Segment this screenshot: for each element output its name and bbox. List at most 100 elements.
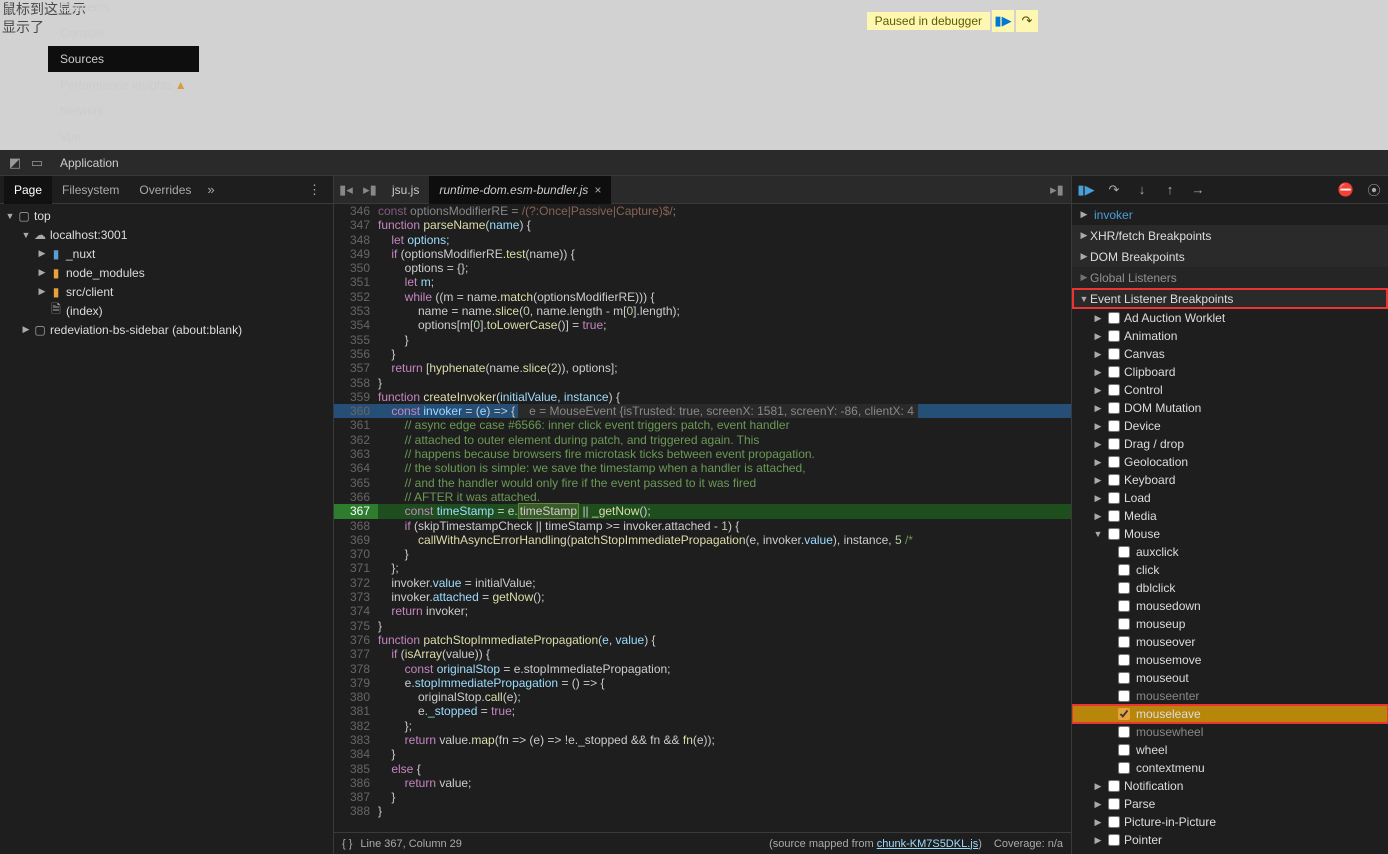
code-line[interactable]: 377 if (isArray(value)) { <box>334 647 1071 661</box>
line-number[interactable]: 357 <box>334 361 378 375</box>
line-number[interactable]: 348 <box>334 233 378 247</box>
line-number[interactable]: 380 <box>334 690 378 704</box>
code-line[interactable]: 373 invoker.attached = getNow(); <box>334 590 1071 604</box>
expand-icon[interactable]: ▶ <box>1092 475 1104 486</box>
tree-item[interactable]: ▶▮_nuxt <box>0 244 333 263</box>
event-category[interactable]: ▶Notification <box>1072 777 1388 795</box>
line-number[interactable]: 385 <box>334 762 378 776</box>
tab-performance-insights[interactable]: Performance insights▲ <box>48 72 199 98</box>
event-item[interactable]: mousemove <box>1072 651 1388 669</box>
event-checkbox[interactable] <box>1118 744 1130 756</box>
event-category[interactable]: ▶Drag / drop <box>1072 435 1388 453</box>
line-number[interactable]: 388 <box>334 804 378 818</box>
event-checkbox[interactable] <box>1118 600 1130 612</box>
line-number[interactable]: 381 <box>334 704 378 718</box>
code-line[interactable]: 368 if (skipTimestampCheck || timeStamp … <box>334 519 1071 533</box>
event-checkbox[interactable] <box>1118 618 1130 630</box>
event-checkbox[interactable] <box>1118 672 1130 684</box>
category-checkbox[interactable] <box>1108 366 1120 378</box>
tree-item[interactable]: ▶▮node_modules <box>0 263 333 282</box>
code-line[interactable]: 354 options[m[0].toLowerCase()] = true; <box>334 318 1071 332</box>
expand-icon[interactable]: ▶ <box>1092 835 1104 846</box>
expand-icon[interactable]: ▶ <box>36 267 48 278</box>
line-number[interactable]: 352 <box>334 290 378 304</box>
debugger-section[interactable]: ▼Event Listener Breakpoints <box>1072 288 1388 309</box>
line-number[interactable]: 360 <box>334 404 378 418</box>
code-line[interactable]: 367 const timeStamp = e.timeStamp || _ge… <box>334 504 1071 518</box>
inspect-icon[interactable]: ◩ <box>4 155 26 171</box>
event-item[interactable]: auxclick <box>1072 543 1388 561</box>
code-line[interactable]: 376function patchStopImmediatePropagatio… <box>334 633 1071 647</box>
code-line[interactable]: 371 }; <box>334 561 1071 575</box>
line-number[interactable]: 371 <box>334 561 378 575</box>
step-into-icon[interactable]: ↓ <box>1132 180 1152 200</box>
code-line[interactable]: 362 // attached to outer element during … <box>334 433 1071 447</box>
code-line[interactable]: 385 else { <box>334 762 1071 776</box>
step-icon[interactable]: → <box>1188 180 1208 200</box>
debugger-section[interactable]: ▶invoker <box>1072 204 1388 225</box>
line-number[interactable]: 386 <box>334 776 378 790</box>
code-line[interactable]: 375} <box>334 619 1071 633</box>
event-item[interactable]: contextmenu <box>1072 759 1388 777</box>
deactivate-bp-icon[interactable]: ⛔ <box>1336 180 1356 200</box>
line-number[interactable]: 364 <box>334 461 378 475</box>
expand-icon[interactable]: ▼ <box>1078 294 1090 304</box>
code-line[interactable]: 370 } <box>334 547 1071 561</box>
line-number[interactable]: 366 <box>334 490 378 504</box>
expand-icon[interactable]: ▶ <box>1092 367 1104 378</box>
tab-console[interactable]: Console <box>48 20 199 46</box>
event-category[interactable]: ▶Load <box>1072 489 1388 507</box>
tree-item[interactable]: ▼▢top <box>0 206 333 225</box>
line-number[interactable]: 370 <box>334 547 378 561</box>
line-number[interactable]: 361 <box>334 418 378 432</box>
event-category[interactable]: ▶Clipboard <box>1072 363 1388 381</box>
device-icon[interactable]: ▭ <box>26 155 48 171</box>
category-checkbox[interactable] <box>1108 330 1120 342</box>
line-number[interactable]: 365 <box>334 476 378 490</box>
event-category[interactable]: ▶Ad Auction Worklet <box>1072 309 1388 327</box>
line-number[interactable]: 359 <box>334 390 378 404</box>
line-number[interactable]: 372 <box>334 576 378 590</box>
expand-icon[interactable]: ▶ <box>20 324 32 335</box>
tab-sources[interactable]: Sources <box>48 46 199 72</box>
tab-application[interactable]: Application <box>48 150 199 176</box>
navtab-filesystem[interactable]: Filesystem <box>52 176 129 204</box>
line-number[interactable]: 375 <box>334 619 378 633</box>
expand-icon[interactable]: ▶ <box>1092 331 1104 342</box>
event-category[interactable]: ▶Parse <box>1072 795 1388 813</box>
code-line[interactable]: 347function parseName(name) { <box>334 218 1071 232</box>
event-item[interactable]: mouseleave <box>1072 705 1388 723</box>
event-checkbox[interactable] <box>1118 654 1130 666</box>
line-number[interactable]: 384 <box>334 747 378 761</box>
line-number[interactable]: 367 <box>334 504 378 518</box>
pause-exceptions-icon[interactable]: ⦿ <box>1364 180 1384 200</box>
code-line[interactable]: 363 // happens because browsers fire mic… <box>334 447 1071 461</box>
category-checkbox[interactable] <box>1108 528 1120 540</box>
line-number[interactable]: 369 <box>334 533 378 547</box>
line-number[interactable]: 347 <box>334 218 378 232</box>
event-checkbox[interactable] <box>1118 690 1130 702</box>
expand-icon[interactable]: ▶ <box>36 248 48 259</box>
expand-icon[interactable]: ▶ <box>1078 209 1090 220</box>
event-item[interactable]: mousedown <box>1072 597 1388 615</box>
category-checkbox[interactable] <box>1108 456 1120 468</box>
event-item[interactable]: click <box>1072 561 1388 579</box>
category-checkbox[interactable] <box>1108 402 1120 414</box>
navigator-menu-icon[interactable]: ⋮ <box>300 182 329 198</box>
category-checkbox[interactable] <box>1108 474 1120 486</box>
expand-icon[interactable]: ▶ <box>1078 251 1090 262</box>
event-category[interactable]: ▼Mouse <box>1072 525 1388 543</box>
event-checkbox[interactable] <box>1118 546 1130 558</box>
line-number[interactable]: 373 <box>334 590 378 604</box>
event-checkbox[interactable] <box>1118 726 1130 738</box>
line-number[interactable]: 379 <box>334 676 378 690</box>
code-line[interactable]: 379 e.stopImmediatePropagation = () => { <box>334 676 1071 690</box>
expand-icon[interactable]: ▼ <box>1092 529 1104 539</box>
category-checkbox[interactable] <box>1108 492 1120 504</box>
step-out-icon[interactable]: ↑ <box>1160 180 1180 200</box>
code-line[interactable]: 357 return [hyphenate(name.slice(2)), op… <box>334 361 1071 375</box>
resume-icon[interactable]: ▮▶ <box>1076 180 1096 200</box>
expand-icon[interactable]: ▶ <box>1092 403 1104 414</box>
debugger-section[interactable]: ▶Global Listeners <box>1072 267 1388 288</box>
line-number[interactable]: 356 <box>334 347 378 361</box>
